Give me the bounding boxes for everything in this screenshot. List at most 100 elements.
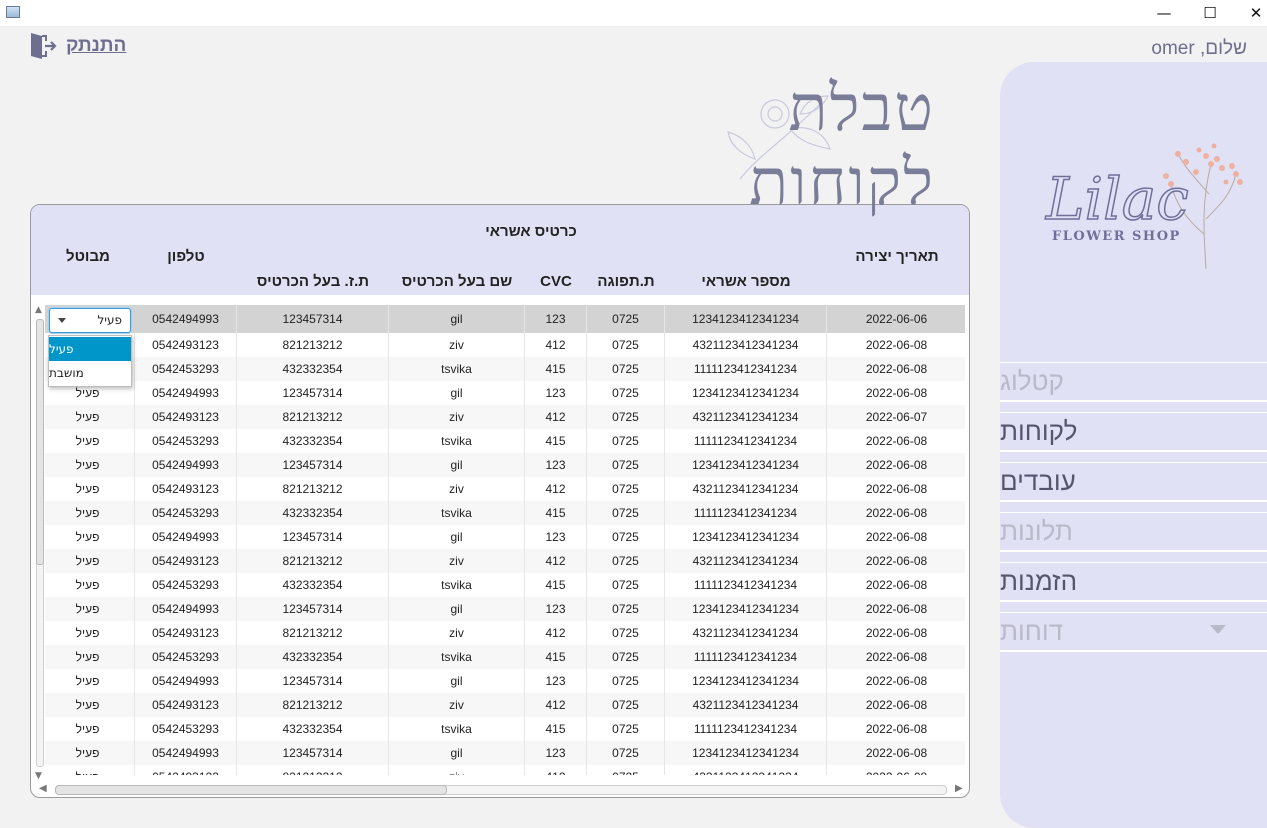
cell-status[interactable]: פעיל — [45, 693, 135, 717]
table-row[interactable]: 2022-06-08 1234123412341234 0725 123 gil 1234… — [45, 525, 965, 549]
cell-status[interactable]: פעיל — [45, 549, 135, 573]
cell-holder-id: 123457314 — [237, 381, 389, 405]
column-header-cvc[interactable]: CVC — [525, 273, 587, 290]
cell-holder-id: 432332354 — [237, 645, 389, 669]
cell-expiry: 0725 — [587, 429, 665, 453]
cell-card-number: 1111123412341234 — [665, 717, 827, 741]
table-row[interactable]: 2022-06-08 1234123412341234 0725 123 gil 1234… — [45, 381, 965, 405]
cell-created: 2022-06-08 — [827, 549, 965, 573]
maximize-button[interactable]: ☐ — [1187, 0, 1233, 26]
table-row[interactable]: 2022-06-08 1111123412341234 0725 415 tsvika 4… — [45, 645, 965, 669]
horizontal-scroll-thumb[interactable] — [55, 785, 447, 795]
status-combobox[interactable]: פעיל — [49, 308, 131, 333]
nav-employees-label: עובדים — [1000, 466, 1076, 496]
cell-holder-name: ziv — [389, 333, 525, 357]
table-row[interactable]: 2022-06-08 1111123412341234 0725 415 tsvika 4… — [45, 429, 965, 453]
column-header-holder-name[interactable]: שם בעל הכרטיס — [389, 273, 525, 290]
cell-created: 2022-06-07 — [827, 405, 965, 429]
cell-holder-id: 123457314 — [237, 669, 389, 693]
cell-card-number: 1111123412341234 — [665, 645, 827, 669]
nav-orders[interactable]: הזמנות — [1000, 562, 1267, 602]
logout-link[interactable]: התנתק — [28, 31, 126, 61]
table-row[interactable]: 2022-06-0843211234123412340725412ziv8212… — [45, 477, 965, 501]
table-row[interactable]: 2022-06-08 1111123412341234 0725 415 tsvika 4… — [45, 357, 965, 381]
cell-status[interactable]: פעיל — [45, 477, 135, 501]
cell-holder-id: 821213212 — [237, 765, 389, 775]
cell-status[interactable]: פעיל — [45, 573, 135, 597]
scroll-down-icon[interactable]: ▼ — [35, 771, 42, 781]
scroll-left-icon[interactable]: ◀ — [39, 783, 47, 794]
table-row[interactable]: 2022-06-0843211234123412340725412ziv8212… — [45, 621, 965, 645]
table-row[interactable]: 2022-06-08 1234123412341234 0725 123 gil 1234… — [45, 453, 965, 477]
cell-status[interactable]: פעיל — [45, 741, 135, 765]
table-row[interactable]: 2022-06-08 1234123412341234 0725 123 gil 1234… — [45, 741, 965, 765]
nav-complaints-label: תלונות — [1000, 516, 1073, 546]
status-option-disabled[interactable]: מושבת — [49, 361, 131, 385]
cell-status[interactable]: פעיל — [45, 501, 135, 525]
nav-orders-label: הזמנות — [1000, 566, 1078, 596]
cell-card-number: 4321123412341234 — [665, 549, 827, 573]
vertical-scroll-thumb[interactable] — [36, 319, 44, 565]
cell-expiry: 0725 — [587, 381, 665, 405]
cell-status[interactable]: פעיל — [45, 453, 135, 477]
close-button[interactable]: ✕ — [1233, 0, 1267, 26]
cell-status[interactable]: פעיל — [45, 621, 135, 645]
status-dropdown-list: פעיל מושבת — [48, 335, 132, 387]
cell-cvc: 123 — [525, 381, 587, 405]
table-row[interactable]: 2022-06-0843211234123412340725412ziv8212… — [45, 333, 965, 357]
table-row[interactable]: 2022-06-0843211234123412340725412ziv8212… — [45, 693, 965, 717]
column-header-expiry[interactable]: ת.תפוגה — [587, 273, 665, 290]
vertical-scrollbar[interactable]: ▲ ▼ — [33, 305, 44, 783]
cell-status[interactable]: פעיל — [45, 597, 135, 621]
minimize-button[interactable]: — — [1141, 0, 1187, 26]
cell-phone: 0542453293 — [135, 645, 237, 669]
column-header-card-number[interactable]: מספר אשראי — [665, 273, 827, 290]
cell-holder-id: 821213212 — [237, 621, 389, 645]
cell-phone: 0542493123 — [135, 693, 237, 717]
table-row[interactable]: 2022-06-08 1111123412341234 0725 415 tsvika 4… — [45, 717, 965, 741]
column-header-created[interactable]: תאריך יצירה — [827, 248, 967, 265]
cell-expiry: 0725 — [587, 741, 665, 765]
cell-phone: 0542453293 — [135, 573, 237, 597]
lilac-logo: Lilac FLOWER SHOP — [1044, 143, 1243, 270]
status-option-active[interactable]: פעיל — [49, 337, 131, 361]
cell-holder-name: gil — [389, 741, 525, 765]
column-header-blocked[interactable]: מבוטל — [41, 248, 135, 265]
cell-status[interactable]: פעיל — [45, 669, 135, 693]
table-row[interactable]: 2022-06-08 1111123412341234 0725 415 tsvika 4… — [45, 501, 965, 525]
cell-card-number: 1111123412341234 — [665, 357, 827, 381]
cell-card-number: 1234123412341234 — [665, 741, 827, 765]
cell-created: 2022-06-08 — [827, 765, 965, 775]
cell-card-number: 4321123412341234 — [665, 621, 827, 645]
table-row[interactable]: 2022-06-07 4321123412341234 0725 412 ziv 8212… — [45, 405, 965, 429]
cell-status[interactable]: פעיל — [45, 405, 135, 429]
scroll-up-icon[interactable]: ▲ — [35, 305, 42, 315]
table-row[interactable]: 2022-06-0843211234123412340725412ziv8212… — [45, 549, 965, 573]
cell-created: 2022-06-08 — [827, 453, 965, 477]
cell-created: 2022-06-08 — [827, 429, 965, 453]
cell-phone: 0542493123 — [135, 405, 237, 429]
table-row[interactable]: 2022-06-0843211234123412340725412ziv8212… — [45, 765, 965, 775]
status-combobox-value: פעיל — [97, 313, 122, 327]
table-row[interactable]: 2022-06-08 1111123412341234 0725 415 tsvika 4… — [45, 573, 965, 597]
table-row[interactable]: 2022-06-06 1234123412341234 0725 123 gil 1234… — [45, 305, 965, 333]
nav-employees[interactable]: עובדים — [1000, 462, 1267, 502]
cell-status[interactable]: פעיל — [45, 645, 135, 669]
column-header-holder-id[interactable]: ת.ז. בעל הכרטיס — [237, 273, 389, 290]
cell-card-number: 1234123412341234 — [665, 453, 827, 477]
horizontal-scrollbar[interactable]: ◀ ▶ — [33, 783, 967, 795]
cell-created: 2022-06-08 — [827, 741, 965, 765]
column-header-phone[interactable]: טלפון — [135, 248, 237, 265]
cell-status[interactable]: פעיל — [45, 765, 135, 775]
scroll-right-icon[interactable]: ▶ — [955, 783, 963, 794]
cell-expiry: 0725 — [587, 717, 665, 741]
cell-holder-name: tsvika — [389, 573, 525, 597]
table-row[interactable]: 2022-06-08 1234123412341234 0725 123 gil 1234… — [45, 597, 965, 621]
cell-cvc: 123 — [525, 597, 587, 621]
nav-customers[interactable]: לקוחות — [1000, 412, 1267, 452]
cell-status[interactable]: פעיל — [45, 525, 135, 549]
cell-status[interactable]: פעיל — [45, 717, 135, 741]
cell-status[interactable]: פעיל — [45, 429, 135, 453]
cell-cvc: 123 — [525, 669, 587, 693]
table-row[interactable]: 2022-06-08 1234123412341234 0725 123 gil 1234… — [45, 669, 965, 693]
